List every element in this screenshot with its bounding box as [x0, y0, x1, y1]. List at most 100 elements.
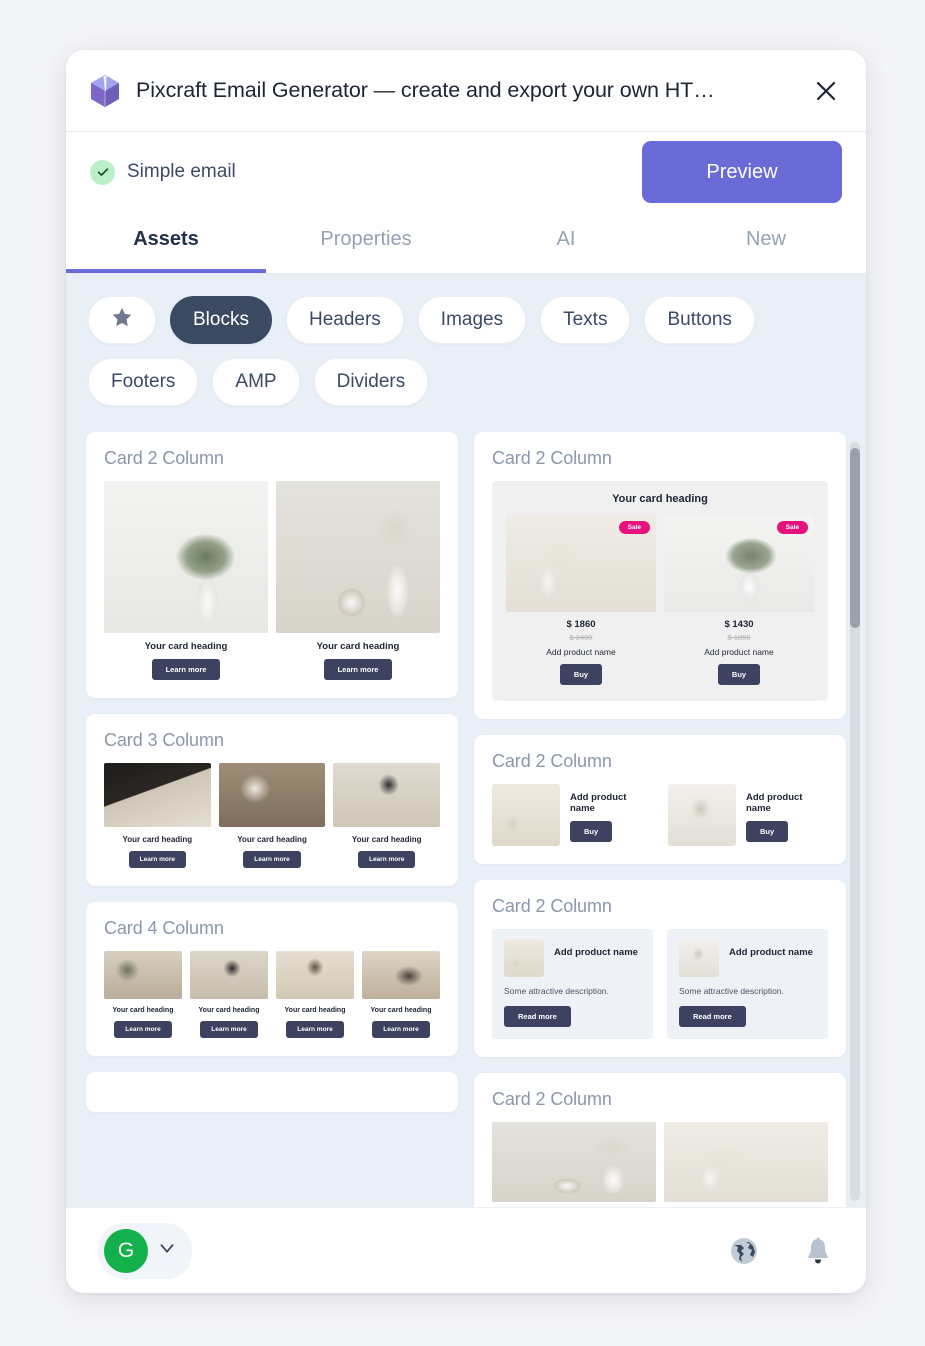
asset-card-2-column-sale[interactable]: Card 2 Column Your card heading Sale $ 1… [474, 432, 846, 719]
star-icon [111, 306, 133, 334]
panel-heading: Your card heading [612, 493, 708, 505]
account-menu[interactable]: G [98, 1222, 192, 1279]
product-image [333, 763, 441, 827]
image-wrap: Sale [664, 515, 814, 612]
mini-col: Your card heading Learn more [362, 951, 440, 1038]
assets-column-left: Card 2 Column Your card heading Learn mo… [86, 432, 458, 1207]
mini-row: Add product name Buy Add product name Bu… [492, 784, 828, 846]
mini-row: Your card heading Learn more Your card h… [104, 481, 440, 680]
product-image [362, 951, 440, 999]
asset-card-partial[interactable] [86, 1072, 458, 1112]
chip-blocks[interactable]: Blocks [170, 296, 272, 344]
product-text: Add product name Buy [746, 784, 828, 842]
product-price-old: $ 1850 [727, 633, 751, 642]
product-price: $ 1430 [724, 619, 754, 630]
mini-col [664, 1122, 828, 1202]
mini-button[interactable]: Buy [559, 664, 603, 685]
product-image [104, 951, 182, 999]
footer-icon-group [728, 1235, 834, 1267]
mini-heading: Your card heading [198, 1007, 260, 1014]
chip-amp[interactable]: AMP [212, 358, 300, 406]
chip-favorites[interactable] [88, 296, 156, 344]
mini-button[interactable]: Learn more [323, 659, 393, 680]
mini-heading: Your card heading [316, 641, 400, 652]
email-panel: Add product name Some attractive descrip… [667, 929, 828, 1039]
document-name: Simple email [127, 161, 236, 182]
mini-button[interactable]: Learn more [243, 851, 301, 868]
mini-button[interactable]: Read more [679, 1006, 746, 1027]
chevron-down-icon[interactable] [156, 1237, 178, 1264]
mini-button[interactable]: Learn more [151, 659, 221, 680]
app-title: Pixcraft Email Generator — create and ex… [136, 78, 715, 102]
asset-card-4-column[interactable]: Card 4 Column Your card heading Learn mo… [86, 902, 458, 1056]
product-description: Some attractive description. [504, 986, 609, 996]
mini-col: Your card heading Learn more [190, 951, 268, 1038]
mini-row: Your card heading Learn more Your card h… [104, 951, 440, 1038]
mini-button[interactable]: Buy [717, 664, 761, 685]
tab-properties[interactable]: Properties [266, 212, 466, 273]
mini-row: Sale $ 1860 $ 2460 Add product name Buy [506, 515, 814, 685]
chip-buttons[interactable]: Buttons [644, 296, 755, 344]
product-entry: Add product name Buy [668, 784, 828, 846]
tab-ai[interactable]: AI [466, 212, 666, 273]
mini-heading: Your card heading [112, 1007, 174, 1014]
mini-button[interactable]: Learn more [372, 1021, 430, 1038]
product-entry: Add product name Buy [492, 784, 652, 846]
mini-heading: Your card heading [237, 835, 307, 844]
asset-card-2-column-partial[interactable]: Card 2 Column [474, 1073, 846, 1207]
mini-button[interactable]: Read more [504, 1006, 571, 1027]
product-image [664, 1122, 828, 1202]
mini-button[interactable]: Learn more [114, 1021, 172, 1038]
mini-col [492, 1122, 656, 1202]
mini-button[interactable]: Learn more [357, 851, 416, 868]
chip-images[interactable]: Images [417, 296, 527, 344]
asset-label: Card 3 Column [104, 730, 224, 750]
product-entry: Add product name [504, 939, 641, 977]
assets-scrollbar-thumb[interactable] [850, 448, 860, 628]
preview-button[interactable]: Preview [642, 141, 842, 203]
chip-dividers[interactable]: Dividers [313, 358, 429, 406]
globe-icon[interactable] [728, 1235, 760, 1267]
asset-label: Card 2 Column [104, 448, 224, 468]
assets-column-right: Card 2 Column Your card heading Sale $ 1… [474, 432, 846, 1207]
chip-footers[interactable]: Footers [88, 358, 199, 406]
mini-button[interactable]: Learn more [128, 851, 187, 868]
check-circle-icon [90, 159, 115, 185]
product-image [492, 784, 560, 846]
close-icon[interactable] [810, 75, 842, 107]
chip-texts[interactable]: Texts [540, 296, 631, 344]
mini-col: Sale $ 1860 $ 2460 Add product name Buy [506, 515, 656, 685]
assets-scrollbar-track[interactable] [850, 442, 860, 1201]
asset-card-3-column[interactable]: Card 3 Column Your card heading Learn mo… [86, 714, 458, 886]
product-image [218, 763, 326, 827]
mini-button[interactable]: Learn more [286, 1021, 344, 1038]
mini-row: Add product name Some attractive descrip… [492, 929, 828, 1039]
assets-scroll-area[interactable]: Card 2 Column Your card heading Learn mo… [66, 432, 866, 1207]
mini-heading: Your card heading [144, 641, 228, 652]
product-price-old: $ 2460 [569, 633, 593, 642]
mini-col: Your card heading Learn more [104, 481, 268, 680]
product-name: Add product name [546, 647, 616, 657]
asset-label: Card 2 Column [492, 896, 612, 916]
product-image [679, 939, 719, 977]
asset-label: Card 2 Column [492, 1089, 612, 1109]
email-panel: Add product name Some attractive descrip… [492, 929, 653, 1039]
tab-new[interactable]: New [666, 212, 866, 273]
tab-assets[interactable]: Assets [66, 212, 266, 273]
mini-button[interactable]: Learn more [200, 1021, 258, 1038]
mini-col: Your card heading Learn more [104, 951, 182, 1038]
document-status: Simple email [90, 159, 236, 185]
asset-card-2-column-side[interactable]: Card 2 Column Add product name Buy Add p… [474, 735, 846, 864]
bell-icon[interactable] [802, 1235, 834, 1267]
mini-heading: Your card heading [122, 835, 193, 844]
product-text: Add product name [729, 939, 813, 958]
sale-badge: Sale [618, 521, 650, 534]
asset-card-2-column-readmore[interactable]: Card 2 Column Add product name Some attr… [474, 880, 846, 1057]
product-price: $ 1860 [566, 619, 596, 630]
mini-button[interactable]: Buy [746, 821, 789, 842]
asset-card-2-column[interactable]: Card 2 Column Your card heading Learn mo… [86, 432, 458, 698]
mini-button[interactable]: Buy [570, 821, 613, 842]
chip-headers[interactable]: Headers [285, 296, 404, 344]
asset-label: Card 4 Column [104, 918, 224, 938]
mini-heading: Your card heading [284, 1007, 346, 1014]
